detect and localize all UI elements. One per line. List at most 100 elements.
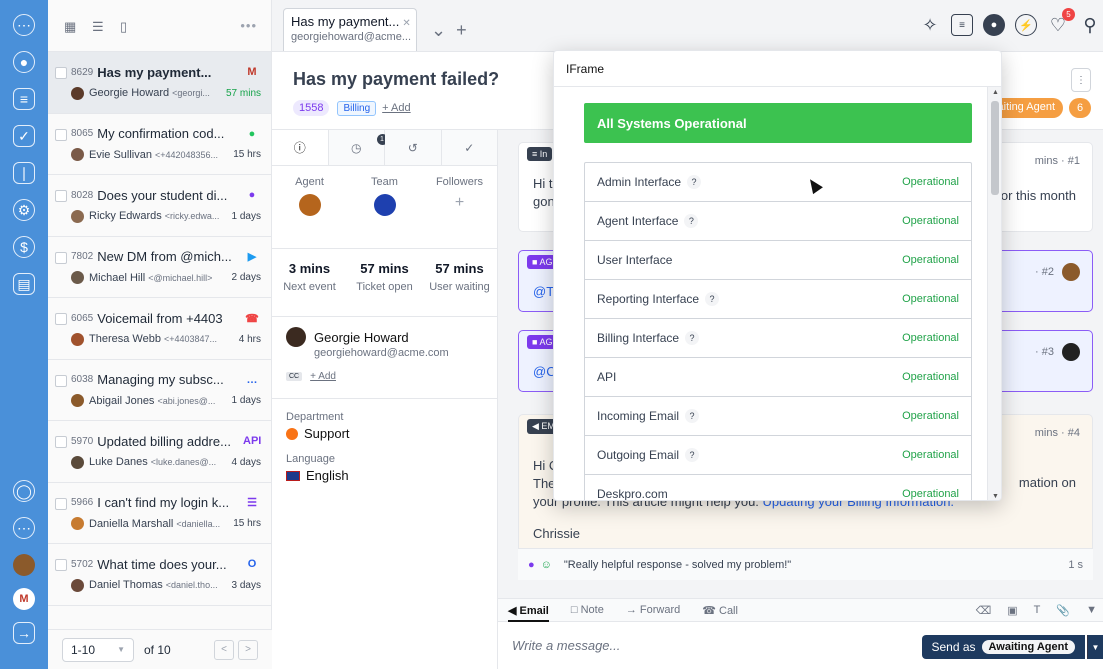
list-item[interactable]: 8065 My confirmation cod... ● Evie Sullivan… [48,114,271,175]
pagination: 1-10 ▼ of 10 < > [48,629,272,669]
department-icon [286,427,298,440]
tab-call[interactable]: ☎ Call [702,604,738,617]
ticket-tab[interactable]: Has my payment... ✕ georgiehoward@acme... [283,8,417,51]
service-name: Incoming Email [597,409,680,423]
gmail-icon[interactable]: M [13,588,35,610]
split-view-icon[interactable]: ▦ [64,19,80,34]
globe-icon[interactable]: ● [983,14,1005,36]
search-icon[interactable]: ⚲ [1079,14,1101,36]
billing-icon[interactable]: $ [13,236,35,258]
list-item[interactable]: 7802 New DM from @mich... ▶ Michael Hill <@m… [48,237,271,298]
bell-icon[interactable]: ♡ 5 [1047,8,1075,36]
feedback-time: 1 s [1068,558,1083,571]
select-checkbox[interactable] [55,67,67,79]
headset-icon[interactable]: ◯ [13,480,35,502]
tab-email[interactable]: ◀ Email [508,604,549,622]
close-icon[interactable]: ✕ [402,18,410,29]
select-checkbox[interactable] [55,313,67,325]
list-item[interactable]: 8028 Does your student di... ● Ricky Edward… [48,175,271,237]
add-follower-icon[interactable]: + [422,194,497,212]
scroll-down-icon[interactable]: ▼ [992,493,999,500]
iframe-scrollbar[interactable]: ▲ ▼ [987,87,1001,500]
tab-forward[interactable]: → Forward [626,604,680,616]
tab-sla[interactable]: ◷ 1 [328,130,388,165]
send-options-chevron[interactable]: ▼ [1087,635,1103,659]
channel-icon: O [247,558,257,570]
language-field[interactable]: English [286,468,483,483]
chat-bubble-icon[interactable]: ⋯ [13,517,35,539]
avatar [1062,263,1080,281]
list-item[interactable]: 5702 What time does your... O Daniel Thomas… [48,544,271,606]
reports-icon[interactable]: ∣ [13,162,35,184]
sparkle-icon[interactable]: ✧ [919,14,941,36]
requester-name[interactable]: Georgie Howard [314,330,409,345]
list-view-icon[interactable]: ☰ [92,19,108,34]
more-tools-icon[interactable]: ▼ [1086,604,1097,617]
list-item[interactable]: 8629 Has my payment... M Georgie Howard <geo… [48,52,271,114]
chevron-down-icon[interactable]: ⌄ [431,20,446,41]
select-checkbox[interactable] [55,497,67,510]
select-checkbox[interactable] [55,251,67,264]
status-row: Billing Interface? Operational [585,319,971,358]
select-checkbox[interactable] [55,190,67,202]
department-field[interactable]: Support [286,426,483,441]
requester-email: <+442048356... [154,149,219,160]
lightning-icon[interactable]: ⚡ [1015,14,1037,36]
user-avatar[interactable] [13,554,35,576]
requester-email: <ricky.edwa... [164,211,220,221]
agent-role[interactable]: Agent [272,176,347,228]
tab-note[interactable]: □ Note [571,604,604,616]
attachment-icon[interactable]: 📎 [1056,604,1070,617]
more-options-icon[interactable]: ••• [240,18,257,33]
settings-icon[interactable]: ⚙ [13,199,35,221]
user-icon[interactable]: ● [13,51,35,73]
logout-icon[interactable]: → [13,622,35,644]
list-item[interactable]: 5970 Updated billing addre... API Luke Dane… [48,421,271,483]
team-role[interactable]: Team [347,176,422,228]
scroll-thumb[interactable] [991,101,999,195]
document-icon[interactable]: ≡ [951,14,973,36]
trash-icon[interactable]: ⌫ [976,604,992,617]
service-name: API [597,370,617,384]
tab-history[interactable]: ↺ [385,130,442,165]
scroll-up-icon[interactable]: ▲ [992,89,999,96]
tab-checklist[interactable]: ✓ [441,130,497,165]
board-view-icon[interactable]: ▯ [120,19,136,34]
select-checkbox[interactable] [55,436,67,448]
select-checkbox[interactable] [55,128,67,141]
service-name: Outgoing Email [597,448,680,462]
help-icon[interactable]: ? [685,409,700,423]
add-label-link[interactable]: + Add [382,102,410,114]
cc-toggle-icon[interactable]: ▣ [1007,604,1017,617]
clock-icon: ◷ [351,140,362,155]
chat-icon[interactable]: ⋯ [13,14,35,36]
more-options-button[interactable]: ⋮ [1071,68,1091,92]
page-range-select[interactable]: 1-10 ▼ [62,637,134,662]
help-icon[interactable]: ? [687,175,702,189]
database-icon[interactable]: ▤ [13,273,35,295]
requester-name: Evie Sullivan [89,148,152,161]
help-icon[interactable]: ? [705,292,720,306]
requester-email: <+4403847... [163,334,218,344]
help-icon[interactable]: ? [685,448,700,462]
tab-info[interactable]: ⓘ [272,130,329,165]
label-tag[interactable]: Billing [337,100,377,116]
list-item[interactable]: 6065 Voicemail from +4403 ☎ Theresa Webb <+4… [48,298,271,360]
followers-role[interactable]: Followers + [422,176,497,228]
help-icon[interactable]: ? [684,214,699,228]
tasks-icon[interactable]: ✓ [13,125,35,147]
select-checkbox[interactable] [55,374,67,387]
prev-page-button[interactable]: < [214,639,234,660]
select-checkbox[interactable] [55,559,67,571]
ticket-time: 2 days [231,272,261,283]
add-cc-link[interactable]: + Add [310,371,336,382]
next-page-button[interactable]: > [238,639,258,660]
text-format-icon[interactable]: T [1034,604,1041,617]
help-icon[interactable]: ? [685,331,700,345]
list-item[interactable]: 5966 I can't find my login k... ☰ Daniella … [48,483,271,544]
send-button[interactable]: Send as Awaiting Agent [921,635,1085,659]
tickets-icon[interactable]: ≡ [13,88,35,110]
add-tab-icon[interactable]: + [456,20,467,41]
list-item[interactable]: 6038 Managing my subsc... … Abigail Jones <a… [48,360,271,421]
service-status: Operational [902,293,959,305]
